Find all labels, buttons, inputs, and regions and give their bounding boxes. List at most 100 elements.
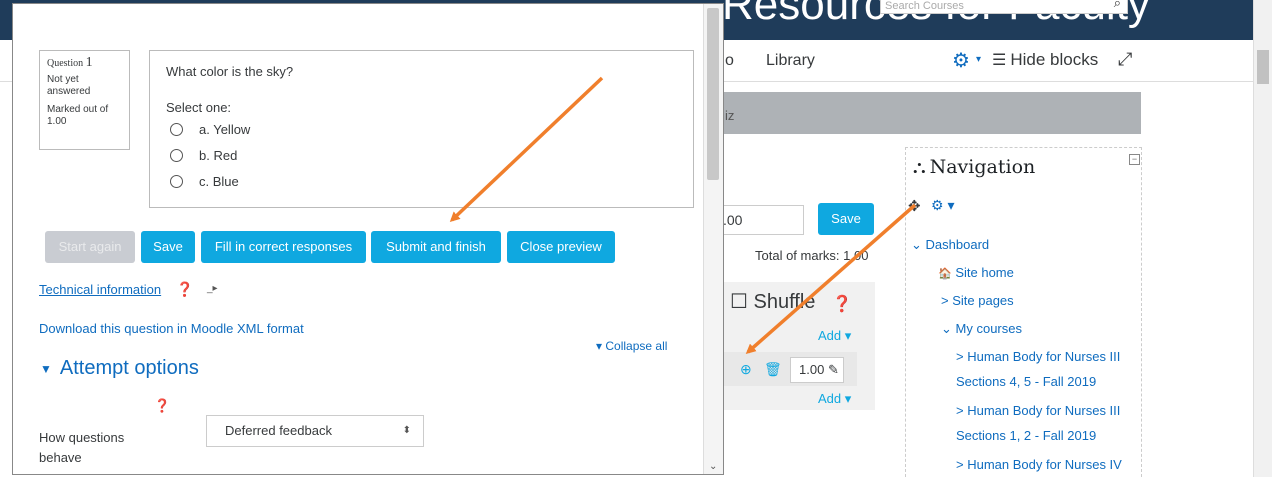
indent-icon: ☰ xyxy=(992,52,1007,69)
chevron-down-icon: ⌄ xyxy=(911,237,922,252)
question-text: What color is the sky? xyxy=(166,64,294,79)
save-button[interactable]: Save xyxy=(141,231,195,263)
question-preview-window: Question 1 Not yet answered Marked out o… xyxy=(12,3,724,475)
question-marked-out-of: Marked out of 1.00 xyxy=(47,104,109,127)
preview-scrollbar-thumb[interactable] xyxy=(707,8,719,180)
how-questions-behave-label: How questions behave xyxy=(39,430,125,465)
nav-tree-item-continued[interactable]: Sections 1, 2 - Fall 2019 xyxy=(956,428,1096,443)
chevron-right-icon[interactable]: _▸ xyxy=(207,283,218,294)
nav-item-course[interactable]: Human Body for Nurses IV xyxy=(967,457,1122,472)
gear-icon[interactable]: ⚙ xyxy=(952,48,970,73)
preview-zoom-icon[interactable]: ⊕ xyxy=(740,361,752,378)
add-menu-top[interactable]: Add ▾ xyxy=(818,328,851,344)
nav-tree-item[interactable]: ⌄ Dashboard xyxy=(911,237,989,253)
shuffle-checkbox[interactable]: ☐ Shuffle xyxy=(730,289,815,314)
radio-button[interactable] xyxy=(170,175,183,188)
caret-down-icon: ▼ xyxy=(40,361,52,376)
nav-item-course[interactable]: Human Body for Nurses III xyxy=(967,349,1120,364)
chevron-right-icon: > xyxy=(941,293,949,308)
start-again-button[interactable]: Start again xyxy=(45,231,135,263)
question-content-box: What color is the sky? Select one: a. Ye… xyxy=(149,50,694,208)
search-placeholder: Search Courses xyxy=(885,0,964,12)
attempt-options-label: Attempt options xyxy=(59,357,199,379)
breadcrumb-bar xyxy=(705,92,1141,134)
radio-button[interactable] xyxy=(170,149,183,162)
question-state: Not yet answered xyxy=(47,74,91,97)
nav-item-my-courses[interactable]: My courses xyxy=(956,321,1022,336)
nav-item-fragment[interactable]: o xyxy=(725,52,734,70)
gear-icon[interactable]: ⚙ ▾ xyxy=(931,197,954,214)
trash-icon[interactable]: 🗑 xyxy=(764,361,782,378)
chevron-right-icon: > xyxy=(956,403,964,418)
download-moodle-xml-link[interactable]: Download this question in Moodle XML for… xyxy=(39,321,304,336)
fill-correct-responses-button[interactable]: Fill in correct responses xyxy=(201,231,366,263)
pencil-icon[interactable]: ✎ xyxy=(828,362,839,377)
nav-tree-item[interactable]: > Site pages xyxy=(941,293,1014,308)
chevron-down-icon[interactable]: ▾ xyxy=(976,54,981,65)
collapse-all-link[interactable]: ▾ Collapse all xyxy=(596,339,667,353)
move-icon[interactable]: ✥ xyxy=(908,197,921,215)
answer-option-a[interactable]: a. Yellow xyxy=(170,122,250,137)
home-icon: 🏠 xyxy=(938,268,952,280)
collapse-block-icon[interactable]: − xyxy=(1129,154,1140,165)
nav-tree-item[interactable]: > Human Body for Nurses IV xyxy=(956,457,1122,472)
nav-tree-item[interactable]: > Human Body for Nurses III xyxy=(956,403,1120,418)
search-courses-input[interactable]: Search Courses ⌕ xyxy=(880,0,1128,14)
nav-item-site-pages[interactable]: Site pages xyxy=(952,293,1013,308)
attempt-options-header[interactable]: ▼ Attempt options xyxy=(40,357,199,380)
radio-button[interactable] xyxy=(170,123,183,136)
select-arrows-icon: ⬍ xyxy=(402,425,411,436)
total-marks: Total of marks: 1.00 xyxy=(755,248,869,263)
question-number: Question 1 xyxy=(47,55,122,71)
answer-option-c[interactable]: c. Blue xyxy=(170,174,239,189)
slot-mark-value: 1.00 xyxy=(799,362,825,377)
nav-tree-item-continued[interactable]: Sections 4, 5 - Fall 2019 xyxy=(956,374,1096,389)
help-icon[interactable]: ❓ xyxy=(154,398,170,414)
nav-item-site-home[interactable]: Site home xyxy=(955,265,1014,280)
hide-blocks-button[interactable]: ☰ Hide blocks xyxy=(992,50,1098,70)
add-menu-bottom[interactable]: Add ▾ xyxy=(818,391,851,407)
question-behaviour-select[interactable]: Deferred feedback ⬍ xyxy=(206,415,424,447)
nav-item-library[interactable]: Library xyxy=(766,52,815,70)
help-icon[interactable]: ❓ xyxy=(832,294,852,314)
close-preview-button[interactable]: Close preview xyxy=(507,231,615,263)
sitemap-icon: ⛬ xyxy=(913,157,926,178)
add-label: Add xyxy=(818,391,842,406)
navigation-title: ⛬ Navigation xyxy=(913,156,1035,178)
maximum-grade-input[interactable]: .00 xyxy=(712,205,804,235)
option-label: c. Blue xyxy=(199,174,239,189)
submit-and-finish-button[interactable]: Submit and finish xyxy=(371,231,501,263)
breadcrumb-fragment[interactable]: iz xyxy=(725,108,734,123)
question-number-value: 1 xyxy=(85,55,93,70)
search-icon[interactable]: ⌕ xyxy=(1114,0,1121,9)
nav-item-course-sections[interactable]: Sections 4, 5 - Fall 2019 xyxy=(956,374,1096,389)
page-scrollbar[interactable] xyxy=(1253,0,1272,477)
nav-item-dashboard[interactable]: Dashboard xyxy=(926,237,990,252)
navigation-title-text: Navigation xyxy=(929,156,1036,178)
option-label: b. Red xyxy=(199,148,238,163)
chevron-right-icon: > xyxy=(956,457,964,472)
chevron-down-icon: ⌄ xyxy=(941,321,952,336)
technical-information-link[interactable]: Technical information xyxy=(39,282,161,297)
nav-item-course-sections[interactable]: Sections 1, 2 - Fall 2019 xyxy=(956,428,1096,443)
scroll-down-icon[interactable]: ⌄ xyxy=(709,461,717,472)
option-label: a. Yellow xyxy=(199,122,251,137)
nav-tree-item[interactable]: 🏠 Site home xyxy=(938,265,1014,280)
nav-tree-item[interactable]: > Human Body for Nurses III xyxy=(956,349,1120,364)
chevron-right-icon: > xyxy=(956,349,964,364)
caret-down-icon: ▾ xyxy=(596,339,603,353)
nav-tree-item[interactable]: ⌄ My courses xyxy=(941,321,1022,337)
preview-scrollbar[interactable]: ⌄ xyxy=(703,4,723,474)
select-one-prompt: Select one: xyxy=(166,100,232,115)
answer-option-b[interactable]: b. Red xyxy=(170,148,237,163)
slot-mark-edit[interactable]: 1.00 ✎ xyxy=(790,357,844,383)
nav-item-course[interactable]: Human Body for Nurses III xyxy=(967,403,1120,418)
question-info-box: Question 1 Not yet answered Marked out o… xyxy=(39,50,130,150)
max-grade-save-button[interactable]: Save xyxy=(818,203,874,235)
behaviour-selected-value: Deferred feedback xyxy=(225,423,332,438)
expand-icon[interactable]: ⤢ xyxy=(1118,49,1132,70)
hide-blocks-label: Hide blocks xyxy=(1010,50,1099,69)
page-scrollbar-thumb[interactable] xyxy=(1257,50,1269,84)
help-icon[interactable]: ❓ xyxy=(176,281,193,298)
add-label: Add xyxy=(818,328,842,343)
